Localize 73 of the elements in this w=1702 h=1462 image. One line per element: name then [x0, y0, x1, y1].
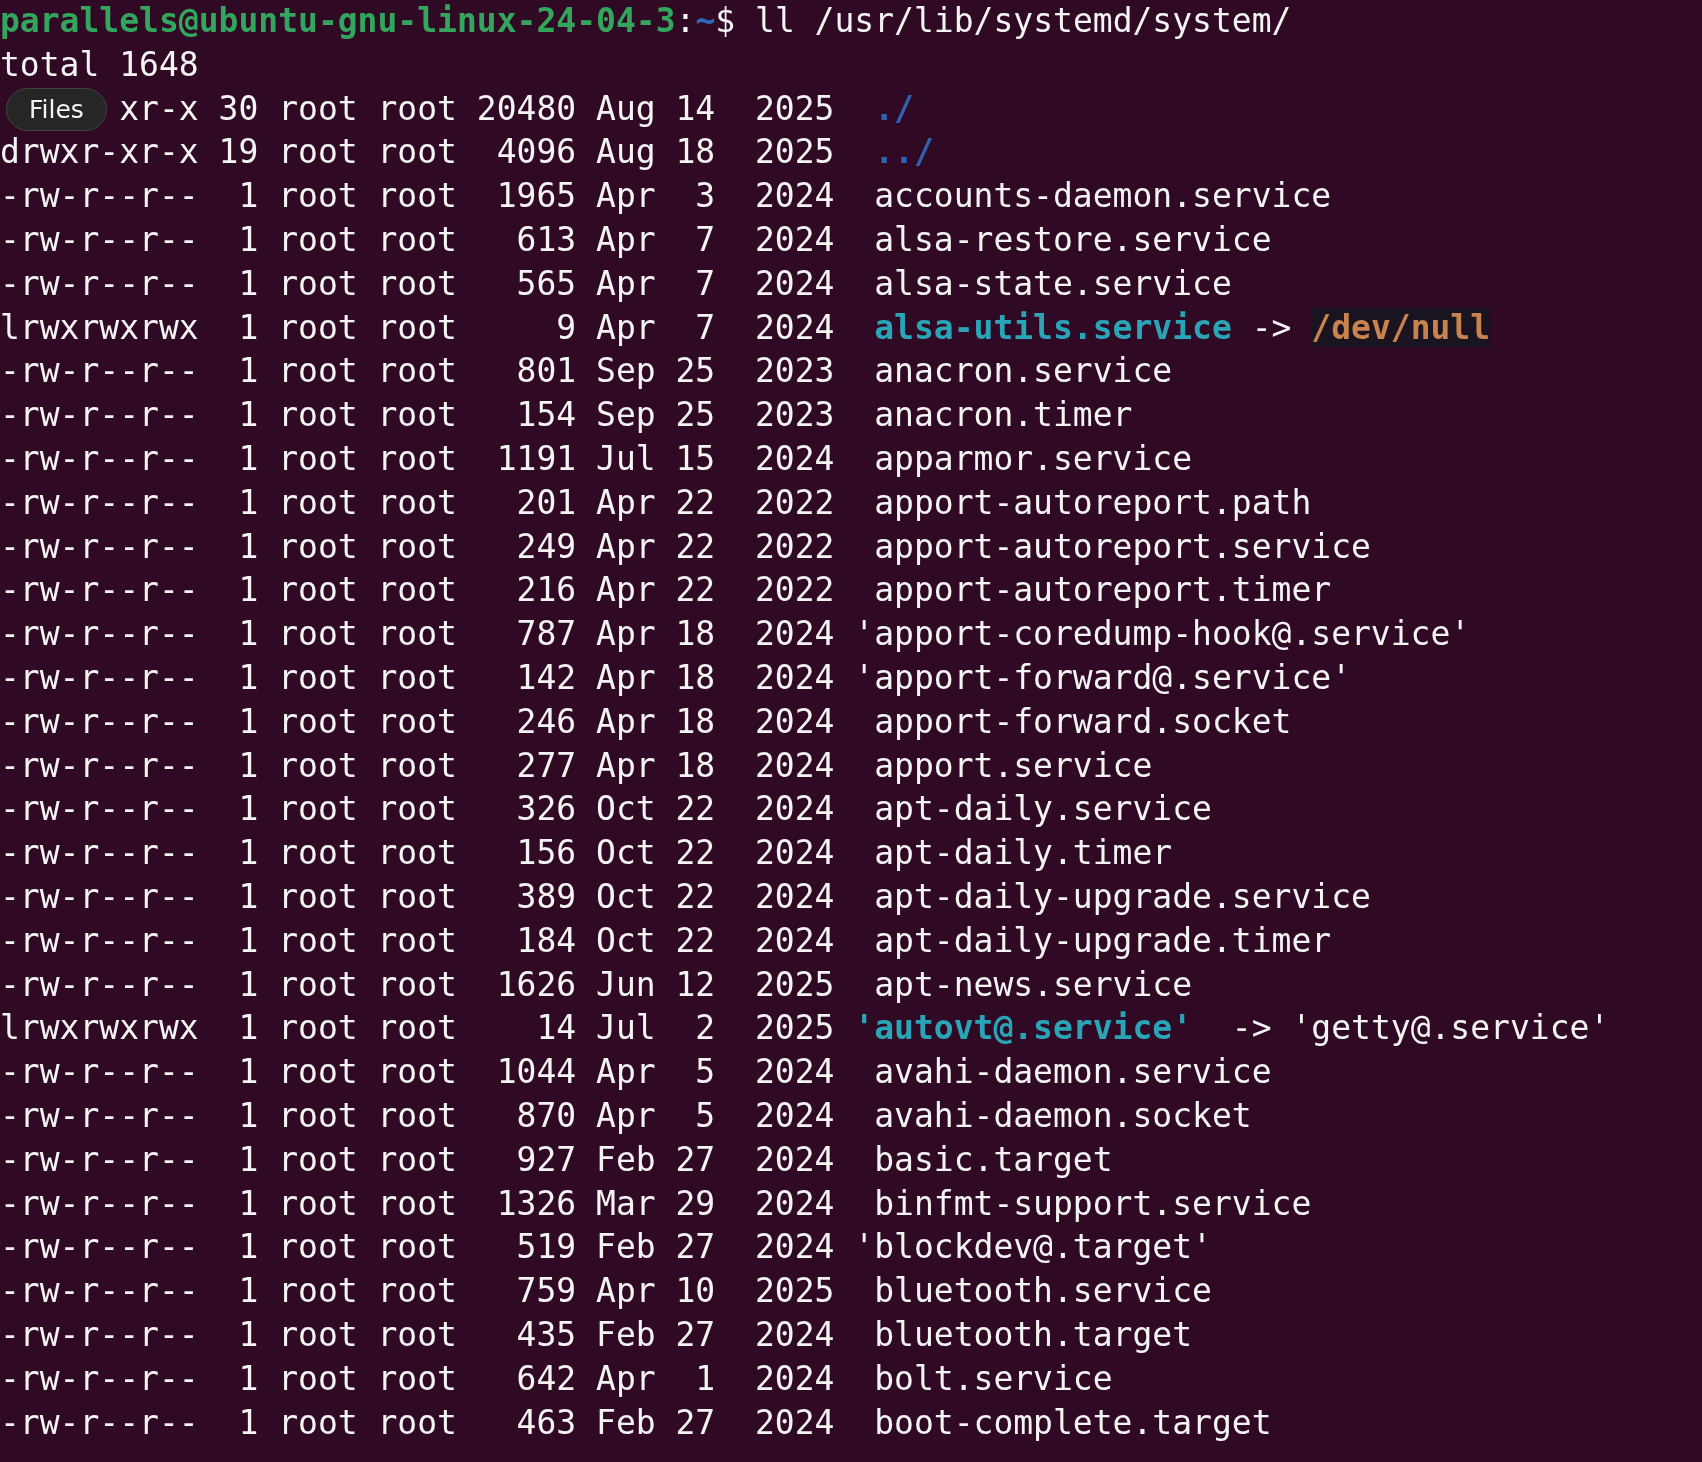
symlink-name: alsa-utils.service: [873, 307, 1232, 347]
file-name: bluetooth.service: [873, 1271, 1212, 1311]
prompt-directory: ~: [695, 1, 716, 40]
directory-name: ../: [873, 132, 934, 172]
file-details: xr-x 30 root root 20480 Aug 14 2025: [119, 88, 836, 128]
file-name: bluetooth.target: [873, 1314, 1193, 1354]
file-details: -rw-r--r-- 1 root root 801 Sep 25 2023: [0, 351, 836, 391]
total-line: total 1648: [0, 44, 199, 84]
file-name: accounts-daemon.service: [873, 176, 1332, 216]
file-name: binfmt-support.service: [873, 1183, 1312, 1223]
link-target: 'getty@.service': [1291, 1008, 1610, 1048]
file-name: apt-daily.service: [873, 789, 1212, 829]
file-details: -rw-r--r-- 1 root root 201 Apr 22 2022: [0, 482, 836, 522]
file-name: bolt.service: [873, 1358, 1113, 1398]
file-name: avahi-daemon.service: [873, 1052, 1272, 1092]
file-name: boot-complete.target: [873, 1402, 1272, 1442]
file-name: alsa-state.service: [873, 263, 1232, 303]
file-name: basic.target: [873, 1139, 1113, 1179]
directory-name: ./: [873, 88, 914, 128]
file-details: -rw-r--r-- 1 root root 927 Feb 27 2024: [0, 1139, 836, 1179]
link-target: /dev/null: [1311, 307, 1491, 347]
file-name: apt-daily-upgrade.timer: [873, 920, 1332, 960]
file-details: -rw-r--r-- 1 root root 787 Apr 18 2024: [0, 614, 836, 654]
file-details: -rw-r--r-- 1 root root 463 Feb 27 2024: [0, 1402, 836, 1442]
file-name: alsa-restore.service: [873, 220, 1272, 259]
file-details: -rw-r--r-- 1 root root 519 Feb 27 2024: [0, 1227, 836, 1267]
file-details: -rw-r--r-- 1 root root 184 Oct 22 2024: [0, 920, 836, 960]
file-details: -rw-r--r-- 1 root root 1626 Jun 12 2025: [0, 964, 836, 1004]
file-name: apport-autoreport.path: [873, 482, 1312, 522]
file-name: 'blockdev@.target': [854, 1227, 1212, 1267]
file-details: -rw-r--r-- 1 root root 389 Oct 22 2024: [0, 876, 836, 916]
file-name: apt-news.service: [873, 964, 1193, 1004]
file-name: 'apport-coredump-hook@.service': [854, 614, 1471, 654]
file-details: lrwxrwxrwx 1 root root 14 Jul 2 2025: [0, 1008, 836, 1048]
file-details: -rw-r--r-- 1 root root 759 Apr 10 2025: [0, 1271, 836, 1311]
file-details: -rw-r--r-- 1 root root 870 Apr 5 2024: [0, 1095, 836, 1135]
file-details: -rw-r--r-- 1 root root 216 Apr 22 2022: [0, 570, 836, 610]
file-details: -rw-r--r-- 1 root root 1326 Mar 29 2024: [0, 1183, 836, 1223]
prompt-user-host: parallels@ubuntu-gnu-linux-24-04-3: [0, 1, 676, 40]
command-text: ll /usr/lib/systemd/system/: [754, 1, 1292, 40]
file-details: -rw-r--r-- 1 root root 435 Feb 27 2024: [0, 1314, 836, 1354]
file-name: apt-daily-upgrade.service: [873, 876, 1371, 916]
file-details: -rw-r--r-- 1 root root 642 Apr 1 2024: [0, 1358, 836, 1398]
link-arrow: ->: [1230, 1008, 1273, 1048]
file-details: -rw-r--r-- 1 root root 246 Apr 18 2024: [0, 701, 836, 741]
symlink-name: 'autovt@.service': [854, 1008, 1193, 1048]
file-details: -rw-r--r-- 1 root root 1191 Jul 15 2024: [0, 438, 836, 478]
file-details: -rw-r--r-- 1 root root 154 Sep 25 2023: [0, 395, 836, 435]
file-name: 'apport-forward@.service': [854, 657, 1351, 697]
file-details: -rw-r--r-- 1 root root 1044 Apr 5 2024: [0, 1052, 836, 1092]
link-arrow: ->: [1250, 307, 1293, 347]
prompt-separator: :: [675, 1, 696, 40]
file-name: anacron.timer: [873, 395, 1133, 435]
file-name: anacron.service: [873, 351, 1173, 391]
file-name: apport-autoreport.service: [873, 526, 1371, 566]
tooltip: Files: [6, 88, 107, 131]
file-name: apport-autoreport.timer: [873, 570, 1332, 610]
file-details: drwxr-xr-x 19 root root 4096 Aug 18 2025: [0, 132, 836, 172]
file-details: -rw-r--r-- 1 root root 249 Apr 22 2022: [0, 526, 836, 566]
file-details: -rw-r--r-- 1 root root 277 Apr 18 2024: [0, 745, 836, 785]
file-name: avahi-daemon.socket: [873, 1095, 1252, 1135]
file-details: -rw-r--r-- 1 root root 142 Apr 18 2024: [0, 657, 836, 697]
file-details: lrwxrwxrwx 1 root root 9 Apr 7 2024: [0, 307, 836, 347]
file-details: -rw-r--r-- 1 root root 156 Oct 22 2024: [0, 833, 836, 873]
file-name: apport.service: [873, 745, 1153, 785]
file-details: -rw-r--r-- 1 root root 326 Oct 22 2024: [0, 789, 836, 829]
file-name: apt-daily.timer: [873, 833, 1173, 873]
file-name: apparmor.service: [873, 438, 1193, 478]
prompt-symbol: $: [715, 1, 736, 40]
file-details: -rw-r--r-- 1 root root 1965 Apr 3 2024: [0, 176, 836, 216]
file-details: -rw-r--r-- 1 root root 613 Apr 7 2024: [0, 220, 836, 259]
file-name: apport-forward.socket: [873, 701, 1292, 741]
file-details: -rw-r--r-- 1 root root 565 Apr 7 2024: [0, 263, 836, 303]
